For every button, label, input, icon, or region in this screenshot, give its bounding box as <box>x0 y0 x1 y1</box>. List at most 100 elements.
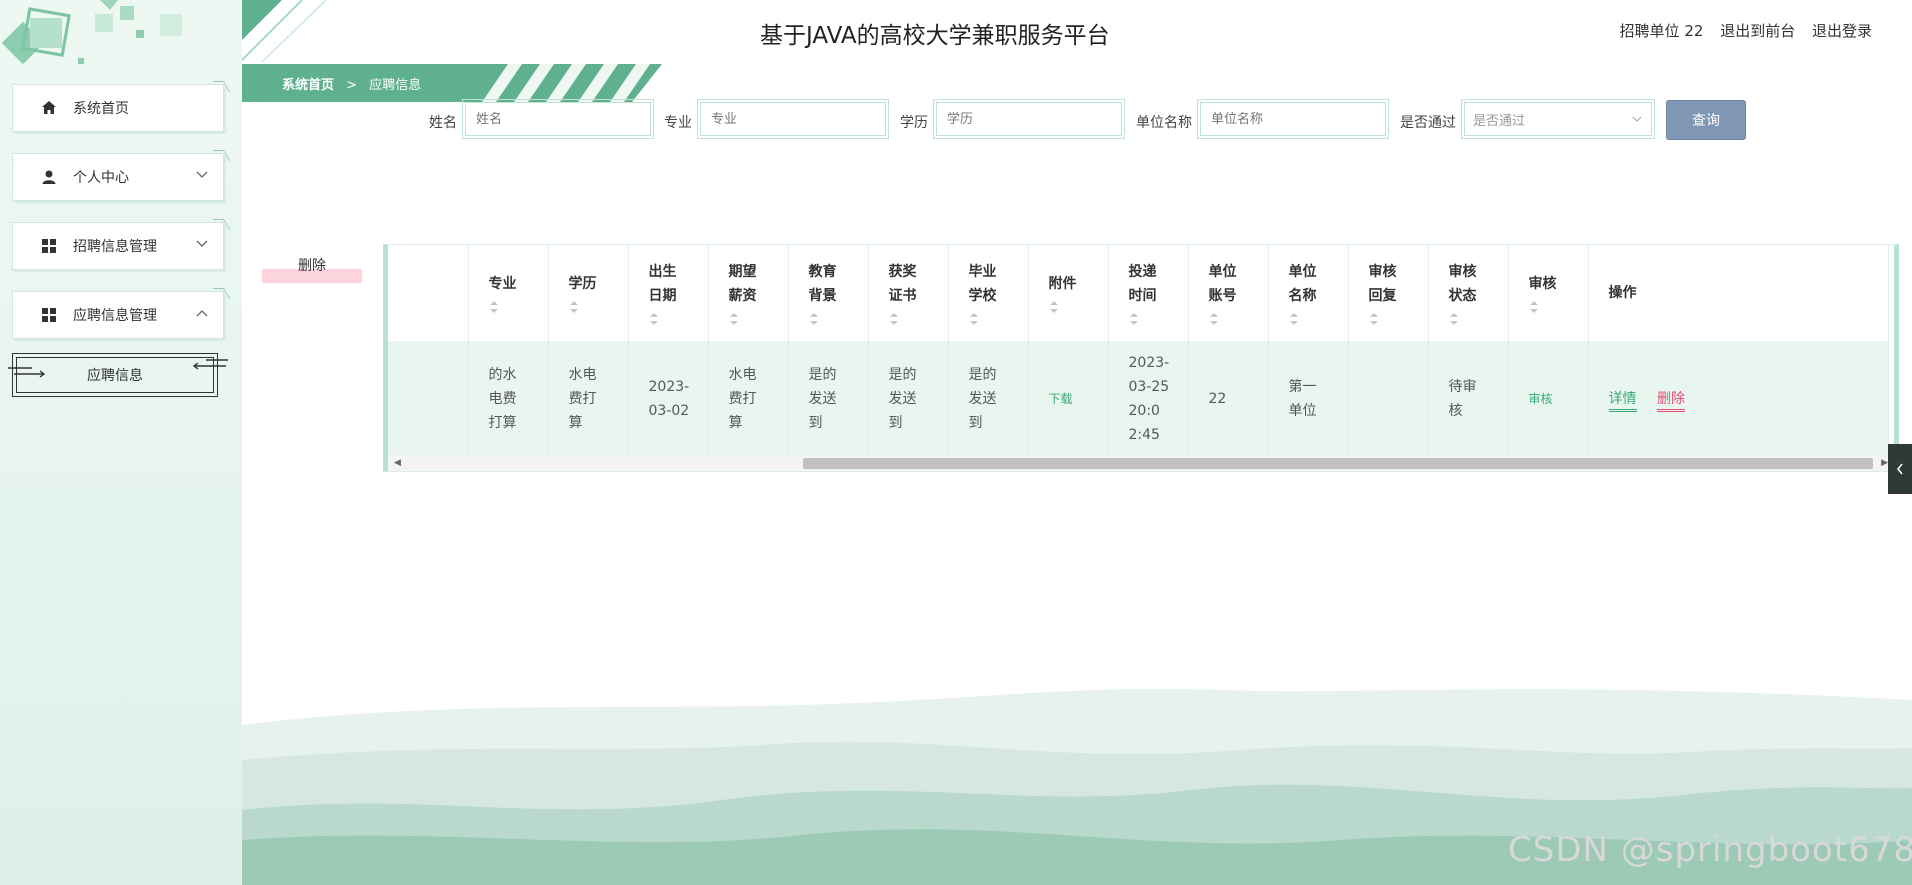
sidebar-item-label: 系统首页 <box>73 101 129 117</box>
back-to-front-link[interactable]: 退出到前台 <box>1720 22 1795 40</box>
header-company-account[interactable]: 单位账号 <box>1188 245 1269 341</box>
logout-link[interactable]: 退出登录 <box>1812 22 1872 40</box>
name-input[interactable] <box>474 110 642 128</box>
sort-icon[interactable] <box>489 300 499 314</box>
sort-icon[interactable] <box>809 312 819 326</box>
sidebar: 系统首页 个人中心 招聘信息管理 应聘信息管理 应聘信息 <box>0 0 242 885</box>
delete-button[interactable]: 删除 <box>1656 391 1685 412</box>
company-name-input[interactable] <box>1209 110 1377 128</box>
applications-table: 专业 学历 出生日期 期望薪资 教育背景 获奖证书 毕业学校 附件 投递时间 单… <box>383 244 1899 472</box>
scroll-left-icon[interactable]: ◀ <box>394 458 401 468</box>
cell-birth-date: 2023-03-02 <box>628 341 709 457</box>
chevron-down-icon <box>196 240 208 247</box>
sort-icon[interactable] <box>889 312 899 326</box>
page-title: 基于JAVA的高校大学兼职服务平台 <box>760 23 1110 49</box>
company-name-field[interactable] <box>1197 99 1389 139</box>
passed-label: 是否通过 <box>1400 115 1456 131</box>
download-link[interactable]: 下载 <box>1049 392 1073 406</box>
name-field[interactable] <box>462 99 654 139</box>
sidebar-item-label: 招聘信息管理 <box>73 239 157 255</box>
header-education-background[interactable]: 教育背景 <box>788 245 869 341</box>
review-button[interactable]: 审核 <box>1529 392 1553 406</box>
education-field[interactable] <box>933 99 1125 139</box>
cell-major: 的水电费打算 <box>468 341 549 457</box>
sidebar-item-label: 个人中心 <box>73 170 129 186</box>
current-user-label: 招聘单位 22 <box>1619 22 1704 40</box>
batch-delete-button[interactable]: 删除 <box>262 255 362 283</box>
scroll-right-icon[interactable]: ▶ <box>1881 458 1888 468</box>
breadcrumb-current: 应聘信息 <box>369 78 422 93</box>
sort-icon[interactable] <box>1369 312 1379 326</box>
header-select <box>388 245 469 341</box>
header-review-reply[interactable]: 审核回复 <box>1348 245 1429 341</box>
header-school[interactable]: 毕业学校 <box>948 245 1029 341</box>
table-row: 的水电费打算 水电费打算 2023-03-02 水电费打算 是的发送到 是的发送… <box>388 341 1889 457</box>
query-button[interactable]: 查询 <box>1666 100 1746 140</box>
sort-icon[interactable] <box>969 312 979 326</box>
header-major[interactable]: 专业 <box>468 245 549 341</box>
table-header-row: 专业 学历 出生日期 期望薪资 教育背景 获奖证书 毕业学校 附件 投递时间 单… <box>388 245 1889 341</box>
cell-review-reply <box>1348 341 1429 457</box>
sidebar-item-application-management[interactable]: 应聘信息管理 <box>12 291 224 339</box>
sort-icon[interactable] <box>1209 312 1219 326</box>
sidebar-item-label: 应聘信息管理 <box>73 308 157 324</box>
cell-school: 是的发送到 <box>948 341 1029 457</box>
scrollbar-thumb[interactable] <box>803 458 1873 469</box>
arrow-right-decoration-icon <box>8 367 46 378</box>
header-review[interactable]: 审核 <box>1508 245 1589 341</box>
header-user-area: 招聘单位 22 退出到前台 退出登录 <box>1608 20 1872 41</box>
batch-delete-label: 删除 <box>298 258 326 274</box>
chevron-down-icon <box>196 171 208 178</box>
sort-icon[interactable] <box>729 312 739 326</box>
cell-review-status: 待审核 <box>1428 341 1509 457</box>
header-company-name[interactable]: 单位名称 <box>1268 245 1349 341</box>
passed-select-placeholder: 是否通过 <box>1473 113 1526 129</box>
header-awards[interactable]: 获奖证书 <box>868 245 949 341</box>
cell-submit-time: 2023-03-25 20:02:45 <box>1108 341 1189 457</box>
header-attachment[interactable]: 附件 <box>1028 245 1109 341</box>
cell-company-account: 22 <box>1188 341 1269 457</box>
header-education[interactable]: 学历 <box>548 245 629 341</box>
major-input[interactable] <box>709 110 877 128</box>
cell-expected-salary: 水电费打算 <box>708 341 789 457</box>
user-icon <box>39 167 59 187</box>
sort-icon[interactable] <box>649 312 659 326</box>
header-review-status[interactable]: 审核状态 <box>1428 245 1509 341</box>
horizontal-scrollbar[interactable]: ◀ ▶ <box>388 455 1894 471</box>
cell-education-background: 是的发送到 <box>788 341 869 457</box>
sidebar-subitem-label: 应聘信息 <box>87 368 143 384</box>
sidebar-item-home[interactable]: 系统首页 <box>12 84 224 132</box>
header-corner-decoration <box>242 0 327 62</box>
passed-select[interactable]: 是否通过 <box>1461 99 1655 139</box>
breadcrumb-home[interactable]: 系统首页 <box>282 78 334 93</box>
education-input[interactable] <box>945 110 1113 128</box>
watermark: CSDN @springboot6789 <box>1508 830 1912 870</box>
sort-icon[interactable] <box>1049 300 1059 314</box>
breadcrumb-separator: > <box>346 78 358 93</box>
sort-icon[interactable] <box>1129 312 1139 326</box>
grid-icon <box>39 305 59 325</box>
header-expected-salary[interactable]: 期望薪资 <box>708 245 789 341</box>
sidebar-item-personal-center[interactable]: 个人中心 <box>12 153 224 201</box>
sort-icon[interactable] <box>1289 312 1299 326</box>
education-label: 学历 <box>900 115 928 131</box>
header-birth-date[interactable]: 出生日期 <box>628 245 709 341</box>
header-submit-time[interactable]: 投递时间 <box>1108 245 1189 341</box>
cell-awards: 是的发送到 <box>868 341 949 457</box>
cell-review: 审核 <box>1508 341 1589 457</box>
major-field[interactable] <box>697 99 889 139</box>
detail-button[interactable]: 详情 <box>1608 391 1637 412</box>
cell-education: 水电费打算 <box>548 341 629 457</box>
sort-icon[interactable] <box>1449 312 1459 326</box>
cell-attachment: 下载 <box>1028 341 1109 457</box>
collapse-panel-button[interactable] <box>1888 444 1912 494</box>
sort-icon[interactable] <box>569 300 579 314</box>
chevron-left-icon <box>1897 463 1903 475</box>
sidebar-item-recruit-management[interactable]: 招聘信息管理 <box>12 222 224 270</box>
sidebar-decoration <box>1 0 182 65</box>
cell-operations: 详情 删除 <box>1588 341 1889 457</box>
header-operations: 操作 <box>1588 245 1889 341</box>
cell-select <box>388 341 469 457</box>
grid-icon <box>39 236 59 256</box>
sort-icon[interactable] <box>1529 300 1539 314</box>
